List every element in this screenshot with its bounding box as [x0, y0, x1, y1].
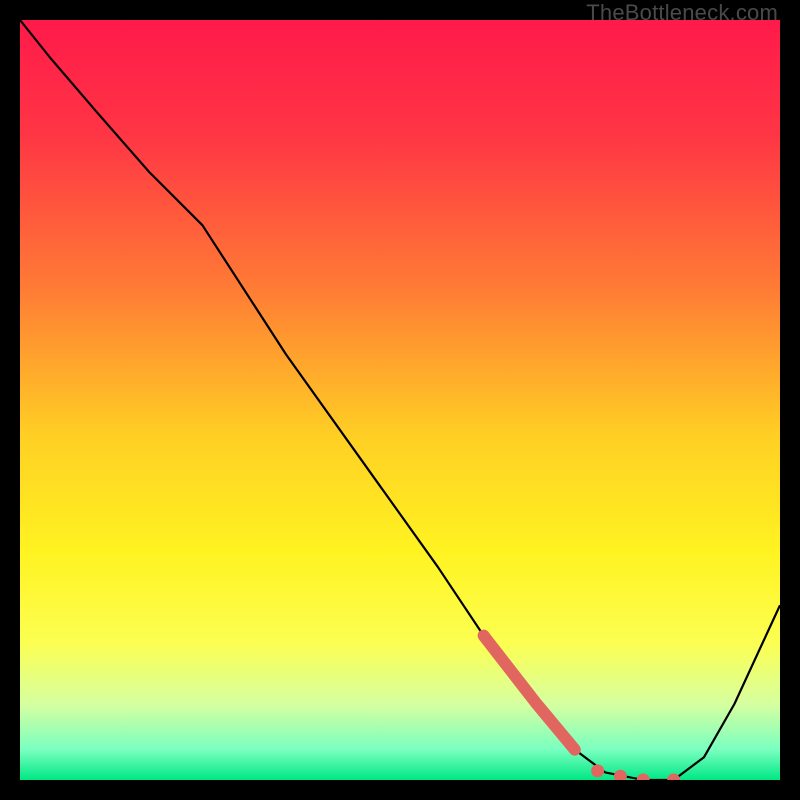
- gradient-background: [20, 20, 780, 780]
- plot-area: [20, 20, 780, 780]
- chart-svg: [20, 20, 780, 780]
- chart-frame: TheBottleneck.com: [0, 0, 800, 800]
- highlight-dot: [591, 764, 604, 777]
